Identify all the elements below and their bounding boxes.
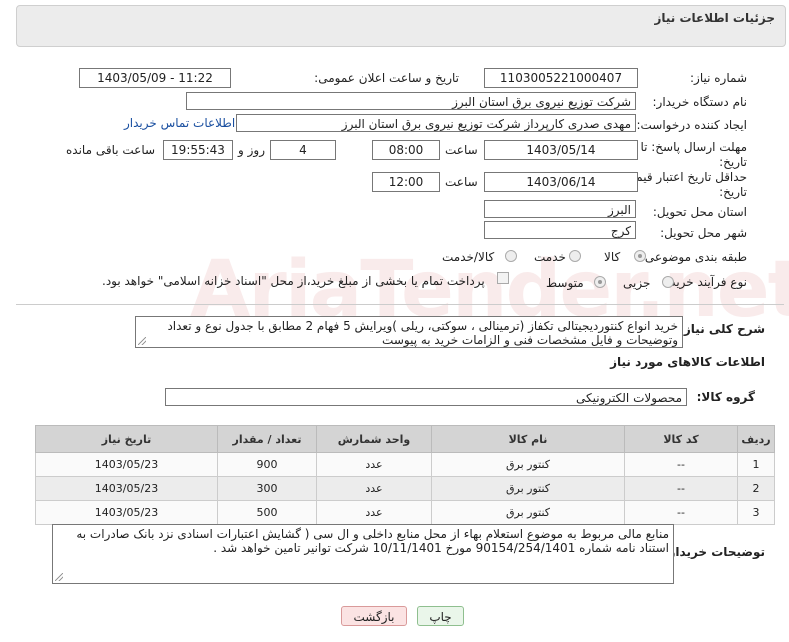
- price-validity-date-field: 1403/06/14: [484, 172, 638, 192]
- remaining-time-field: 19:55:43: [163, 140, 233, 160]
- price-validity-time-label: ساعت: [445, 175, 478, 189]
- need-number-label: شماره نیاز:: [690, 71, 747, 85]
- row-index: 2: [737, 476, 775, 501]
- description-textarea[interactable]: خرید انواع کنتوردیجیتالی تکفاز (ترمینالی…: [135, 316, 683, 348]
- row-index: 1: [737, 452, 775, 477]
- deadline-time-field: 08:00: [372, 140, 440, 160]
- category-goods-radio[interactable]: [634, 250, 646, 262]
- goods-table: ردیف کد کالا نام کالا واحد شمارش تعداد /…: [35, 425, 775, 525]
- item-date: 1403/05/23: [35, 476, 218, 501]
- creator-label: ایجاد کننده درخواست:: [636, 118, 747, 132]
- item-quantity: 500: [217, 500, 317, 525]
- city-field: کرج: [484, 221, 636, 239]
- process-label: نوع فرآیند خرید :: [662, 275, 747, 289]
- item-code: --: [624, 500, 738, 525]
- row-index: 3: [737, 500, 775, 525]
- column-header: نام کالا: [431, 425, 625, 453]
- category-label: طبقه بندی موضوعی:: [640, 250, 747, 264]
- description-label: شرح کلی نیاز:: [679, 322, 765, 336]
- province-field: البرز: [484, 200, 636, 218]
- table-header-row: ردیف کد کالا نام کالا واحد شمارش تعداد /…: [35, 425, 775, 453]
- announce-date-field: 1403/05/09 - 11:22: [79, 68, 231, 88]
- item-name: کنتور برق: [431, 476, 625, 501]
- category-service-radio[interactable]: [569, 250, 581, 262]
- category-service-label: خدمت: [534, 250, 566, 264]
- buyer-notes-label: توضیحات خریدار:: [663, 545, 765, 559]
- deadline-time-label: ساعت: [445, 143, 478, 157]
- process-minor-label: جزیی: [623, 276, 651, 290]
- back-button[interactable]: بازگشت: [341, 606, 407, 626]
- buyer-notes-textarea[interactable]: منابع مالی مربوط به موضوع استعلام بهاء ا…: [52, 524, 674, 584]
- resize-grip-icon[interactable]: [55, 573, 63, 581]
- resize-grip-icon[interactable]: [138, 337, 146, 345]
- treasury-payment-note: پرداخت تمام یا بخشی از مبلغ خرید،از محل …: [102, 274, 485, 288]
- item-name: کنتور برق: [431, 500, 625, 525]
- buyer-contact-link[interactable]: اطلاعات تماس خریدار: [124, 116, 235, 130]
- deadline-label: مهلت ارسال پاسخ: تا: [640, 140, 747, 154]
- buyer-org-label: نام دستگاه خریدار:: [652, 95, 748, 109]
- item-date: 1403/05/23: [35, 452, 218, 477]
- page-title: جزئیات اطلاعات نیاز: [654, 11, 775, 25]
- treasury-payment-checkbox[interactable]: [497, 272, 509, 284]
- need-number-field: 1103005221000407: [484, 68, 638, 88]
- process-medium-radio[interactable]: [594, 276, 606, 288]
- deadline-date-field: 1403/05/14: [484, 140, 638, 160]
- column-header: کد کالا: [624, 425, 738, 453]
- divider: [16, 304, 784, 305]
- goods-section-title: اطلاعات کالاهای مورد نیاز: [610, 355, 765, 369]
- deadline-date-label: تاریخ:: [719, 155, 747, 169]
- table-row: 1 -- کنتور برق عدد 900 1403/05/23: [35, 452, 775, 477]
- category-goods-service-radio[interactable]: [505, 250, 517, 262]
- buyer-org-field: شرکت توزیع نیروی برق استان البرز: [186, 92, 636, 110]
- item-unit: عدد: [316, 452, 432, 477]
- remaining-time-label: ساعت باقی مانده: [66, 143, 156, 157]
- description-text: خرید انواع کنتوردیجیتالی تکفاز (ترمینالی…: [167, 319, 678, 347]
- column-header: واحد شمارش: [316, 425, 432, 453]
- announce-date-label: تاریخ و ساعت اعلان عمومی:: [314, 71, 459, 85]
- item-date: 1403/05/23: [35, 500, 218, 525]
- column-header: تعداد / مقدار: [217, 425, 317, 453]
- column-header: ردیف: [737, 425, 775, 453]
- item-unit: عدد: [316, 476, 432, 501]
- table-row: 2 -- کنتور برق عدد 300 1403/05/23: [35, 476, 775, 501]
- print-button[interactable]: چاپ: [417, 606, 464, 626]
- item-code: --: [624, 476, 738, 501]
- days-remaining-field: 4: [270, 140, 336, 160]
- days-label: روز و: [238, 143, 265, 157]
- item-name: کنتور برق: [431, 452, 625, 477]
- category-goods-label: کالا: [604, 250, 621, 264]
- item-quantity: 300: [217, 476, 317, 501]
- goods-group-field: محصولات الکترونیکی: [165, 388, 687, 406]
- price-validity-time-field: 12:00: [372, 172, 440, 192]
- category-goods-service-label: کالا/خدمت: [442, 250, 495, 264]
- process-minor-radio[interactable]: [662, 276, 674, 288]
- buyer-notes-text: منابع مالی مربوط به موضوع استعلام بهاء ا…: [76, 527, 669, 555]
- table-row: 3 -- کنتور برق عدد 500 1403/05/23: [35, 500, 775, 525]
- item-unit: عدد: [316, 500, 432, 525]
- creator-field: مهدی صدری کارپرداز شرکت توزیع نیروی برق …: [236, 114, 636, 132]
- goods-group-label: گروه کالا:: [696, 390, 755, 404]
- process-medium-label: متوسط: [546, 276, 584, 290]
- city-label: شهر محل تحویل:: [660, 226, 747, 240]
- item-code: --: [624, 452, 738, 477]
- price-validity-date-label: تاریخ:: [719, 185, 747, 199]
- column-header: تاریخ نیاز: [35, 425, 218, 453]
- province-label: استان محل تحویل:: [652, 205, 747, 219]
- item-quantity: 900: [217, 452, 317, 477]
